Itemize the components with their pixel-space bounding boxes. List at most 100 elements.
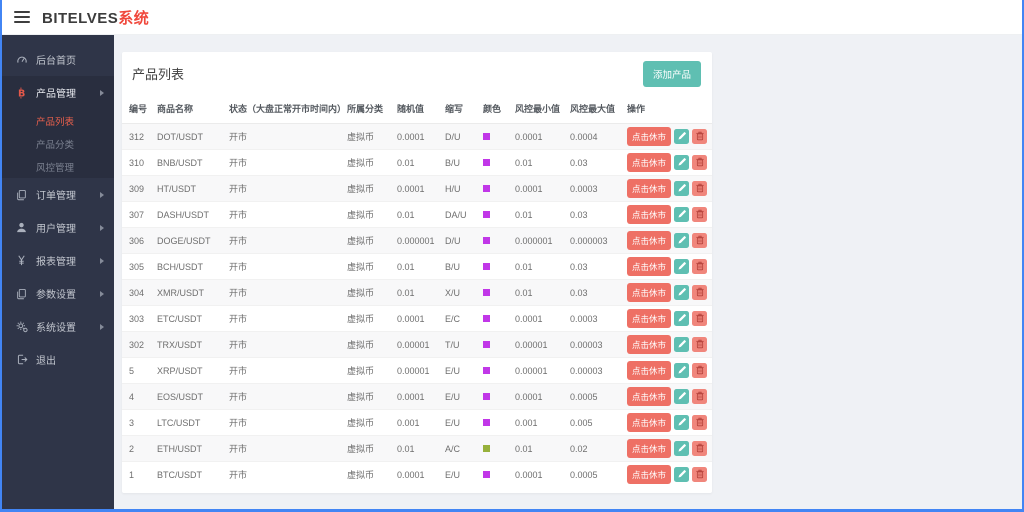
cell-actions: 点击休市 <box>627 410 712 436</box>
close-market-button[interactable]: 点击休市 <box>627 439 672 458</box>
cell-name: DOGE/USDT <box>157 235 211 246</box>
sidebar-item-order-management[interactable]: 订单管理 <box>2 178 114 211</box>
close-market-button[interactable]: 点击休市 <box>627 335 672 354</box>
delete-button[interactable] <box>692 259 708 274</box>
cell-status: 开市 <box>229 288 248 298</box>
sidebar-subitem-risk-management[interactable]: 风控管理 <box>2 155 114 178</box>
cell-actions: 点击休市 <box>627 462 712 488</box>
edit-button[interactable] <box>674 441 690 456</box>
cell-id: 1 <box>129 469 135 480</box>
cell-risk-max: 0.00003 <box>570 339 603 350</box>
edit-button[interactable] <box>674 233 690 248</box>
sidebar-item-system-settings[interactable]: 系统设置 <box>2 310 114 343</box>
cell-actions: 点击休市 <box>627 254 712 280</box>
trash-icon <box>695 467 705 482</box>
add-product-button[interactable]: 添加产品 <box>642 60 701 87</box>
close-market-button[interactable]: 点击休市 <box>627 257 672 276</box>
delete-button[interactable] <box>692 311 708 326</box>
trash-icon <box>695 155 705 170</box>
delete-button[interactable] <box>692 389 708 404</box>
cell-category: 虚拟币 <box>347 132 375 142</box>
sidebar-item-report-management[interactable]: 报表管理 <box>2 244 114 277</box>
pencil-icon <box>677 285 687 300</box>
edit-button[interactable] <box>674 363 690 378</box>
delete-button[interactable] <box>692 155 708 170</box>
close-market-button[interactable]: 点击休市 <box>627 179 672 198</box>
cell-risk-max: 0.00003 <box>570 365 603 376</box>
edit-button[interactable] <box>674 155 690 170</box>
close-market-button[interactable]: 点击休市 <box>627 309 672 328</box>
close-market-button[interactable]: 点击休市 <box>627 413 672 432</box>
cell-actions: 点击休市 <box>627 228 712 254</box>
sidebar-item-label: 参数设置 <box>36 290 76 301</box>
trash-icon <box>695 233 705 248</box>
color-swatch <box>483 210 490 218</box>
edit-button[interactable] <box>674 337 690 352</box>
color-swatch <box>483 470 490 478</box>
edit-button[interactable] <box>674 311 690 326</box>
table-row: 302 TRX/USDT 开市 虚拟币 0.00001 T/U 0.00001 0.00003… <box>122 331 712 358</box>
delete-button[interactable] <box>692 181 708 196</box>
cell-risk-max: 0.0004 <box>570 131 598 142</box>
cell-risk-max: 0.0003 <box>570 183 598 194</box>
cell-category: 虚拟币 <box>347 288 375 298</box>
hamburger-menu-icon[interactable] <box>14 11 30 23</box>
delete-button[interactable] <box>692 233 708 248</box>
sidebar-subitem-product-list[interactable]: 产品列表 <box>2 109 114 132</box>
top-header: BITELVES系统 <box>2 0 1022 35</box>
color-swatch <box>483 418 490 426</box>
sidebar-item-dashboard[interactable]: 后台首页 <box>2 43 114 76</box>
cell-name: DOT/USDT <box>157 131 203 142</box>
sidebar-item-parameter-settings[interactable]: 参数设置 <box>2 277 114 310</box>
pencil-icon <box>677 233 687 248</box>
color-swatch <box>483 392 490 400</box>
close-market-button[interactable]: 点击休市 <box>627 153 672 172</box>
edit-button[interactable] <box>674 259 690 274</box>
sidebar-subitem-product-category[interactable]: 产品分类 <box>2 132 114 155</box>
close-market-button[interactable]: 点击休市 <box>627 205 672 224</box>
column-header: 风控最大值 <box>570 95 627 124</box>
edit-button[interactable] <box>674 467 690 483</box>
close-market-button[interactable]: 点击休市 <box>627 231 672 250</box>
copy-icon <box>15 189 28 201</box>
delete-button[interactable] <box>692 285 708 300</box>
sidebar-item-user-management[interactable]: 用户管理 <box>2 211 114 244</box>
sidebar-item-product-management[interactable]: B 产品管理 <box>2 76 114 109</box>
cell-id: 4 <box>129 391 135 402</box>
edit-button[interactable] <box>674 415 690 430</box>
delete-button[interactable] <box>692 415 708 430</box>
cell-color <box>483 384 515 410</box>
cell-id: 309 <box>129 183 145 194</box>
edit-button[interactable] <box>674 207 690 222</box>
cell-actions: 点击休市 <box>627 280 712 306</box>
cell-id: 3 <box>129 417 135 428</box>
cell-color <box>483 124 515 150</box>
column-header: 颜色 <box>483 95 515 124</box>
pencil-icon <box>677 129 687 144</box>
delete-button[interactable] <box>692 337 708 352</box>
cell-actions: 点击休市 <box>627 176 712 202</box>
sidebar-nav: 后台首页 B 产品管理 产品列表 产品分类 风控管理 订单管理 用户管理 报表管理参数设置系统设… <box>2 35 114 509</box>
close-market-button[interactable]: 点击休市 <box>627 465 672 485</box>
cell-category: 虚拟币 <box>347 444 375 454</box>
cell-category: 虚拟币 <box>347 210 375 220</box>
sidebar-item-logout[interactable]: 退出 <box>2 343 114 376</box>
edit-button[interactable] <box>674 181 690 196</box>
close-market-button[interactable]: 点击休市 <box>627 283 672 302</box>
delete-button[interactable] <box>692 363 708 378</box>
close-market-button[interactable]: 点击休市 <box>627 361 672 380</box>
edit-button[interactable] <box>674 129 690 144</box>
edit-button[interactable] <box>674 389 690 404</box>
edit-button[interactable] <box>674 285 690 300</box>
cell-id: 310 <box>129 157 145 168</box>
delete-button[interactable] <box>692 129 708 144</box>
cell-name: DASH/USDT <box>157 209 210 220</box>
close-market-button[interactable]: 点击休市 <box>627 387 672 406</box>
close-market-button[interactable]: 点击休市 <box>627 127 672 146</box>
delete-button[interactable] <box>692 207 708 222</box>
table-row: 304 XMR/USDT 开市 虚拟币 0.01 X/U 0.01 0.03 点击休市 <box>122 279 712 306</box>
delete-button[interactable] <box>692 441 708 456</box>
cell-status: 开市 <box>229 158 248 168</box>
table-row: 2 ETH/USDT 开市 虚拟币 0.01 A/C 0.01 0.02 点击休市 <box>122 435 712 462</box>
delete-button[interactable] <box>692 467 708 483</box>
